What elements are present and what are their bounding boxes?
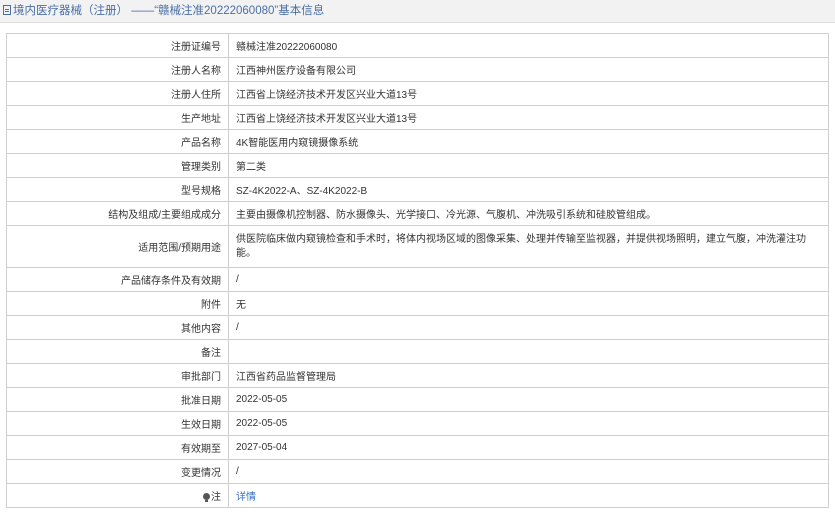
row-label: 有效期至	[6, 435, 229, 460]
row-label: 生效日期	[6, 411, 229, 436]
row-value: 赣械注准20222060080	[228, 33, 829, 58]
row-value: 供医院临床做内窥镜检查和手术时，将体内视场区域的图像采集、处理并传输至监视器，并…	[228, 225, 829, 268]
note-row: 注 详情	[6, 483, 829, 508]
table-row: 适用范围/预期用途 供医院临床做内窥镜检查和手术时，将体内视场区域的图像采集、处…	[6, 225, 829, 268]
page-header: 境内医疗器械（注册） ——“赣械注准20222060080”基本信息	[0, 0, 835, 23]
row-value: 江西省上饶经济技术开发区兴业大道13号	[228, 81, 829, 106]
row-value: 主要由摄像机控制器、防水摄像头、光学接口、冷光源、气腹机、冲洗吸引系统和硅胶管组…	[228, 201, 829, 226]
row-label: 生产地址	[6, 105, 229, 130]
row-label: 其他内容	[6, 315, 229, 340]
row-label: 适用范围/预期用途	[6, 225, 229, 268]
info-table-container: 注册证编号 赣械注准20222060080 注册人名称 江西神州医疗设备有限公司…	[6, 33, 829, 508]
row-label: 变更情况	[6, 459, 229, 484]
row-label: 产品储存条件及有效期	[6, 267, 229, 292]
table-row: 备注	[6, 339, 829, 364]
row-value: 江西省药品监督管理局	[228, 363, 829, 388]
info-table: 注册证编号 赣械注准20222060080 注册人名称 江西神州医疗设备有限公司…	[6, 33, 829, 508]
table-row: 生效日期 2022-05-05	[6, 411, 829, 436]
row-label: 型号规格	[6, 177, 229, 202]
row-value: /	[228, 267, 829, 292]
row-label: 产品名称	[6, 129, 229, 154]
row-value: 无	[228, 291, 829, 316]
details-link[interactable]: 详情	[236, 492, 256, 503]
document-icon	[3, 5, 11, 15]
table-row: 生产地址 江西省上饶经济技术开发区兴业大道13号	[6, 105, 829, 130]
row-value: 2022-05-05	[228, 411, 829, 436]
row-label: 附件	[6, 291, 229, 316]
table-row: 变更情况 /	[6, 459, 829, 484]
row-label: 管理类别	[6, 153, 229, 178]
note-label-cell: 注	[6, 483, 229, 508]
row-label: 审批部门	[6, 363, 229, 388]
table-row: 有效期至 2027-05-04	[6, 435, 829, 460]
table-row: 批准日期 2022-05-05	[6, 387, 829, 412]
table-row: 产品名称 4K智能医用内窥镜摄像系统	[6, 129, 829, 154]
row-value	[228, 339, 829, 364]
row-value: /	[228, 459, 829, 484]
table-row: 产品储存条件及有效期 /	[6, 267, 829, 292]
table-row: 注册人名称 江西神州医疗设备有限公司	[6, 57, 829, 82]
table-row: 其他内容 /	[6, 315, 829, 340]
row-value: 2027-05-04	[228, 435, 829, 460]
note-value-cell: 详情	[228, 483, 829, 508]
row-value: 4K智能医用内窥镜摄像系统	[228, 129, 829, 154]
table-row: 结构及组成/主要组成成分 主要由摄像机控制器、防水摄像头、光学接口、冷光源、气腹…	[6, 201, 829, 226]
row-label: 结构及组成/主要组成成分	[6, 201, 229, 226]
row-value: 江西神州医疗设备有限公司	[228, 57, 829, 82]
table-row: 注册人住所 江西省上饶经济技术开发区兴业大道13号	[6, 81, 829, 106]
row-label: 注册人住所	[6, 81, 229, 106]
table-row: 管理类别 第二类	[6, 153, 829, 178]
row-label: 注册证编号	[6, 33, 229, 58]
row-value: /	[228, 315, 829, 340]
row-value: SZ-4K2022-A、SZ-4K2022-B	[228, 177, 829, 202]
page-title: 境内医疗器械（注册） ——“赣械注准20222060080”基本信息	[13, 5, 325, 17]
table-row: 附件 无	[6, 291, 829, 316]
row-value: 2022-05-05	[228, 387, 829, 412]
row-label: 批准日期	[6, 387, 229, 412]
row-label: 注册人名称	[6, 57, 229, 82]
note-label: 注	[211, 492, 221, 503]
table-row: 型号规格 SZ-4K2022-A、SZ-4K2022-B	[6, 177, 829, 202]
table-row: 注册证编号 赣械注准20222060080	[6, 33, 829, 58]
lightbulb-icon	[203, 493, 210, 502]
row-label: 备注	[6, 339, 229, 364]
table-row: 审批部门 江西省药品监督管理局	[6, 363, 829, 388]
row-value: 江西省上饶经济技术开发区兴业大道13号	[228, 105, 829, 130]
row-value: 第二类	[228, 153, 829, 178]
